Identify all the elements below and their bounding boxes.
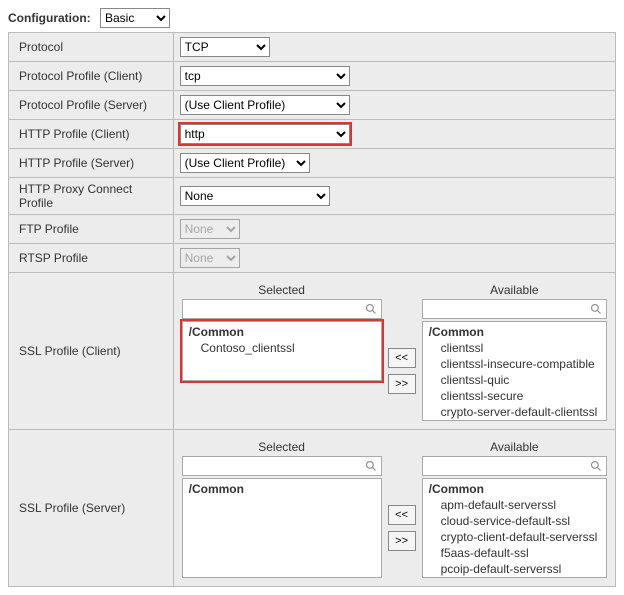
list-item[interactable]: crypto-server-default-clientssl bbox=[423, 404, 606, 420]
move-right-button[interactable]: >> bbox=[388, 531, 416, 551]
search-icon bbox=[590, 460, 602, 472]
ssl-server-selected-list[interactable]: /Common bbox=[182, 478, 382, 578]
protocol-label: Protocol bbox=[9, 33, 174, 62]
ssl-client-selected-search[interactable] bbox=[187, 301, 365, 317]
ftp-profile-label: FTP Profile bbox=[9, 215, 174, 244]
ssl-server-available-list[interactable]: /Common apm-default-serverssl cloud-serv… bbox=[422, 478, 607, 578]
search-icon bbox=[365, 460, 377, 472]
list-item[interactable]: clientssl-insecure-compatible bbox=[423, 356, 606, 372]
search-icon bbox=[365, 303, 377, 315]
ssl-profile-server-label: SSL Profile (Server) bbox=[9, 430, 174, 587]
rtsp-profile-select: None bbox=[180, 248, 240, 268]
list-item[interactable]: f5aas-default-ssl bbox=[423, 545, 606, 561]
list-item[interactable]: pcoip-default-serverssl bbox=[423, 561, 606, 577]
http-proxy-connect-label: HTTP Proxy Connect Profile bbox=[9, 178, 174, 215]
http-proxy-connect-select[interactable]: None bbox=[180, 186, 330, 206]
search-icon bbox=[590, 303, 602, 315]
http-profile-client-label: HTTP Profile (Client) bbox=[9, 120, 174, 149]
ssl-server-available-search[interactable] bbox=[427, 458, 590, 474]
configuration-select[interactable]: Basic bbox=[100, 8, 170, 28]
available-title: Available bbox=[422, 438, 607, 456]
list-item[interactable]: crypto-client-default-serverssl bbox=[423, 529, 606, 545]
available-title: Available bbox=[422, 281, 607, 299]
list-item[interactable]: serverssl-insecure-compatible bbox=[423, 577, 606, 578]
list-item[interactable]: clientssl-secure bbox=[423, 388, 606, 404]
protocol-profile-client-select[interactable]: tcp bbox=[180, 66, 350, 86]
rtsp-profile-label: RTSP Profile bbox=[9, 244, 174, 273]
protocol-select[interactable]: TCP bbox=[180, 37, 270, 57]
list-group: /Common bbox=[183, 324, 381, 340]
selected-title: Selected bbox=[182, 281, 382, 299]
ssl-client-selected-list[interactable]: /Common Contoso_clientssl bbox=[182, 321, 382, 381]
protocol-profile-client-label: Protocol Profile (Client) bbox=[9, 62, 174, 91]
move-left-button[interactable]: << bbox=[388, 505, 416, 525]
ssl-server-selected-search[interactable] bbox=[187, 458, 365, 474]
list-item[interactable]: splitsession-default-clientssl bbox=[423, 420, 606, 421]
configuration-label: Configuration: bbox=[8, 11, 91, 25]
http-profile-server-label: HTTP Profile (Server) bbox=[9, 149, 174, 178]
ssl-profile-client-label: SSL Profile (Client) bbox=[9, 273, 174, 430]
list-item[interactable]: clientssl bbox=[423, 340, 606, 356]
ssl-client-available-list[interactable]: /Common clientssl clientssl-insecure-com… bbox=[422, 321, 607, 421]
list-item[interactable]: apm-default-serverssl bbox=[423, 497, 606, 513]
ftp-profile-select: None bbox=[180, 219, 240, 239]
list-item[interactable]: clientssl-quic bbox=[423, 372, 606, 388]
move-left-button[interactable]: << bbox=[388, 348, 416, 368]
http-profile-client-select[interactable]: http bbox=[180, 124, 350, 144]
selected-title: Selected bbox=[182, 438, 382, 456]
http-profile-server-select[interactable]: (Use Client Profile) bbox=[180, 153, 310, 173]
list-group: /Common bbox=[423, 481, 606, 497]
ssl-client-available-search[interactable] bbox=[427, 301, 590, 317]
move-right-button[interactable]: >> bbox=[388, 374, 416, 394]
protocol-profile-server-label: Protocol Profile (Server) bbox=[9, 91, 174, 120]
list-item[interactable]: Contoso_clientssl bbox=[183, 340, 381, 356]
list-group: /Common bbox=[183, 481, 381, 497]
protocol-profile-server-select[interactable]: (Use Client Profile) bbox=[180, 95, 350, 115]
list-item[interactable]: cloud-service-default-ssl bbox=[423, 513, 606, 529]
list-group: /Common bbox=[423, 324, 606, 340]
